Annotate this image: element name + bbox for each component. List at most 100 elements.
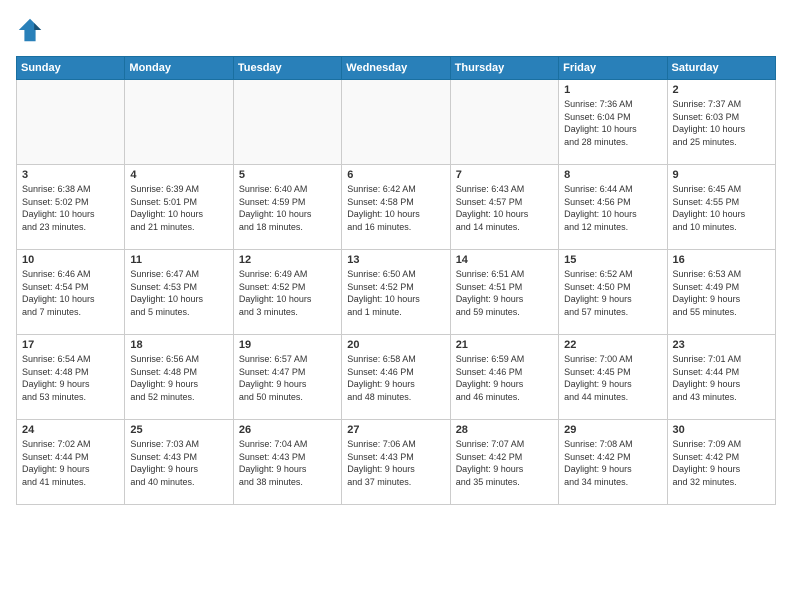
day-info: Sunrise: 6:49 AM Sunset: 4:52 PM Dayligh…: [239, 268, 336, 318]
day-cell: 29 Sunrise: 7:08 AM Sunset: 4:42 PM Dayli…: [559, 420, 667, 505]
day-cell: 23 Sunrise: 7:01 AM Sunset: 4:44 PM Dayli…: [667, 335, 775, 420]
day-number: 7: [456, 169, 553, 181]
day-number: 16: [673, 254, 770, 266]
day-number: 5: [239, 169, 336, 181]
day-number: 17: [22, 339, 119, 351]
day-cell: 2 Sunrise: 7:37 AM Sunset: 6:03 PM Daylig…: [667, 80, 775, 165]
day-number: 24: [22, 424, 119, 436]
day-number: 29: [564, 424, 661, 436]
day-cell: 21 Sunrise: 6:59 AM Sunset: 4:46 PM Dayli…: [450, 335, 558, 420]
day-cell: 11 Sunrise: 6:47 AM Sunset: 4:53 PM Dayli…: [125, 250, 233, 335]
day-number: 1: [564, 84, 661, 96]
day-info: Sunrise: 7:37 AM Sunset: 6:03 PM Dayligh…: [673, 98, 770, 148]
day-info: Sunrise: 7:09 AM Sunset: 4:42 PM Dayligh…: [673, 438, 770, 488]
day-info: Sunrise: 6:51 AM Sunset: 4:51 PM Dayligh…: [456, 268, 553, 318]
day-info: Sunrise: 6:42 AM Sunset: 4:58 PM Dayligh…: [347, 183, 444, 233]
day-cell: 25 Sunrise: 7:03 AM Sunset: 4:43 PM Dayli…: [125, 420, 233, 505]
day-number: 19: [239, 339, 336, 351]
day-cell: 3Sunrise: 6:38 AM Sunset: 5:02 PM Daylig…: [17, 165, 125, 250]
day-cell: [342, 80, 450, 165]
day-number: 2: [673, 84, 770, 96]
day-number: 8: [564, 169, 661, 181]
day-info: Sunrise: 6:38 AM Sunset: 5:02 PM Dayligh…: [22, 183, 119, 233]
day-cell: 28Sunrise: 7:07 AM Sunset: 4:42 PM Dayli…: [450, 420, 558, 505]
day-info: Sunrise: 6:57 AM Sunset: 4:47 PM Dayligh…: [239, 353, 336, 403]
day-cell: 22Sunrise: 7:00 AM Sunset: 4:45 PM Dayli…: [559, 335, 667, 420]
header: [16, 16, 776, 44]
day-cell: 24 Sunrise: 7:02 AM Sunset: 4:44 PM Dayli…: [17, 420, 125, 505]
week-row-5: 24 Sunrise: 7:02 AM Sunset: 4:44 PM Dayli…: [17, 420, 776, 505]
day-info: Sunrise: 6:54 AM Sunset: 4:48 PM Dayligh…: [22, 353, 119, 403]
day-info: Sunrise: 7:01 AM Sunset: 4:44 PM Dayligh…: [673, 353, 770, 403]
day-info: Sunrise: 6:53 AM Sunset: 4:49 PM Dayligh…: [673, 268, 770, 318]
weekday-header-monday: Monday: [125, 57, 233, 80]
day-number: 4: [130, 169, 227, 181]
day-info: Sunrise: 6:46 AM Sunset: 4:54 PM Dayligh…: [22, 268, 119, 318]
day-cell: 7 Sunrise: 6:43 AM Sunset: 4:57 PM Daylig…: [450, 165, 558, 250]
week-row-1: 1 Sunrise: 7:36 AM Sunset: 6:04 PM Daylig…: [17, 80, 776, 165]
day-cell: 13Sunrise: 6:50 AM Sunset: 4:52 PM Dayli…: [342, 250, 450, 335]
day-info: Sunrise: 7:36 AM Sunset: 6:04 PM Dayligh…: [564, 98, 661, 148]
day-number: 14: [456, 254, 553, 266]
logo-icon: [16, 16, 44, 44]
weekday-header-tuesday: Tuesday: [233, 57, 341, 80]
day-cell: 27 Sunrise: 7:06 AM Sunset: 4:43 PM Dayli…: [342, 420, 450, 505]
day-info: Sunrise: 6:39 AM Sunset: 5:01 PM Dayligh…: [130, 183, 227, 233]
day-number: 26: [239, 424, 336, 436]
week-row-4: 17 Sunrise: 6:54 AM Sunset: 4:48 PM Dayli…: [17, 335, 776, 420]
weekday-header-friday: Friday: [559, 57, 667, 80]
calendar-table: SundayMondayTuesdayWednesdayThursdayFrid…: [16, 56, 776, 505]
day-number: 22: [564, 339, 661, 351]
day-cell: 19 Sunrise: 6:57 AM Sunset: 4:47 PM Dayli…: [233, 335, 341, 420]
day-cell: 6Sunrise: 6:42 AM Sunset: 4:58 PM Daylig…: [342, 165, 450, 250]
day-info: Sunrise: 7:04 AM Sunset: 4:43 PM Dayligh…: [239, 438, 336, 488]
day-info: Sunrise: 6:44 AM Sunset: 4:56 PM Dayligh…: [564, 183, 661, 233]
day-number: 13: [347, 254, 444, 266]
day-info: Sunrise: 6:58 AM Sunset: 4:46 PM Dayligh…: [347, 353, 444, 403]
day-cell: 18Sunrise: 6:56 AM Sunset: 4:48 PM Dayli…: [125, 335, 233, 420]
day-cell: 4 Sunrise: 6:39 AM Sunset: 5:01 PM Daylig…: [125, 165, 233, 250]
day-cell: [125, 80, 233, 165]
day-cell: 15 Sunrise: 6:52 AM Sunset: 4:50 PM Dayli…: [559, 250, 667, 335]
day-info: Sunrise: 7:03 AM Sunset: 4:43 PM Dayligh…: [130, 438, 227, 488]
day-info: Sunrise: 6:40 AM Sunset: 4:59 PM Dayligh…: [239, 183, 336, 233]
day-cell: 1 Sunrise: 7:36 AM Sunset: 6:04 PM Daylig…: [559, 80, 667, 165]
day-cell: 10Sunrise: 6:46 AM Sunset: 4:54 PM Dayli…: [17, 250, 125, 335]
day-number: 27: [347, 424, 444, 436]
weekday-header-thursday: Thursday: [450, 57, 558, 80]
day-cell: 30Sunrise: 7:09 AM Sunset: 4:42 PM Dayli…: [667, 420, 775, 505]
day-cell: 16 Sunrise: 6:53 AM Sunset: 4:49 PM Dayli…: [667, 250, 775, 335]
day-number: 11: [130, 254, 227, 266]
day-cell: 20 Sunrise: 6:58 AM Sunset: 4:46 PM Dayli…: [342, 335, 450, 420]
day-cell: 17 Sunrise: 6:54 AM Sunset: 4:48 PM Dayli…: [17, 335, 125, 420]
day-info: Sunrise: 6:45 AM Sunset: 4:55 PM Dayligh…: [673, 183, 770, 233]
day-cell: 14 Sunrise: 6:51 AM Sunset: 4:51 PM Dayli…: [450, 250, 558, 335]
day-number: 18: [130, 339, 227, 351]
weekday-header-sunday: Sunday: [17, 57, 125, 80]
day-info: Sunrise: 6:47 AM Sunset: 4:53 PM Dayligh…: [130, 268, 227, 318]
day-info: Sunrise: 6:43 AM Sunset: 4:57 PM Dayligh…: [456, 183, 553, 233]
week-row-3: 10Sunrise: 6:46 AM Sunset: 4:54 PM Dayli…: [17, 250, 776, 335]
day-number: 15: [564, 254, 661, 266]
day-cell: 5 Sunrise: 6:40 AM Sunset: 4:59 PM Daylig…: [233, 165, 341, 250]
day-cell: 8 Sunrise: 6:44 AM Sunset: 4:56 PM Daylig…: [559, 165, 667, 250]
weekday-header-saturday: Saturday: [667, 57, 775, 80]
day-number: 25: [130, 424, 227, 436]
page: SundayMondayTuesdayWednesdayThursdayFrid…: [0, 0, 792, 521]
day-info: Sunrise: 7:06 AM Sunset: 4:43 PM Dayligh…: [347, 438, 444, 488]
day-cell: [450, 80, 558, 165]
day-cell: 26 Sunrise: 7:04 AM Sunset: 4:43 PM Dayli…: [233, 420, 341, 505]
day-number: 9: [673, 169, 770, 181]
day-info: Sunrise: 7:08 AM Sunset: 4:42 PM Dayligh…: [564, 438, 661, 488]
day-info: Sunrise: 6:52 AM Sunset: 4:50 PM Dayligh…: [564, 268, 661, 318]
day-cell: [233, 80, 341, 165]
day-number: 23: [673, 339, 770, 351]
day-number: 28: [456, 424, 553, 436]
day-number: 21: [456, 339, 553, 351]
day-number: 12: [239, 254, 336, 266]
day-info: Sunrise: 7:02 AM Sunset: 4:44 PM Dayligh…: [22, 438, 119, 488]
day-info: Sunrise: 6:59 AM Sunset: 4:46 PM Dayligh…: [456, 353, 553, 403]
week-row-2: 3Sunrise: 6:38 AM Sunset: 5:02 PM Daylig…: [17, 165, 776, 250]
day-cell: 9 Sunrise: 6:45 AM Sunset: 4:55 PM Daylig…: [667, 165, 775, 250]
day-number: 20: [347, 339, 444, 351]
